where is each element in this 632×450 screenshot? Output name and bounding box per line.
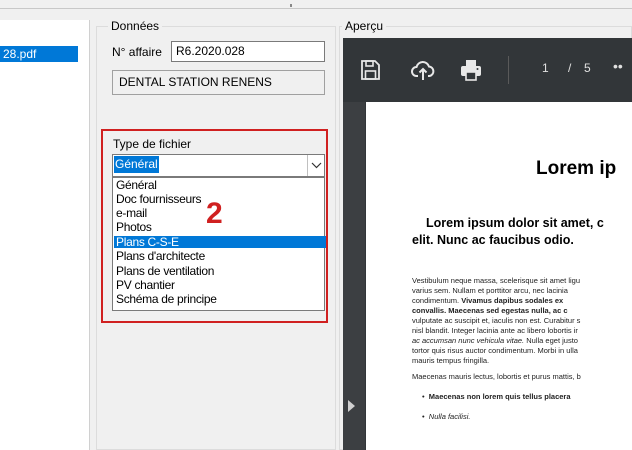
page-bullet-item: • Maecenas non lorem quis tellus placera: [422, 392, 571, 402]
affaire-number-field[interactable]: R6.2020.028: [171, 41, 325, 62]
type-fichier-dropdown[interactable]: Général: [112, 154, 325, 177]
type-fichier-selected: Général: [114, 156, 159, 173]
page-body-line: tortor quis risus auctor condimentum. Mo…: [412, 346, 578, 355]
page-separator: /: [568, 61, 572, 75]
page-lead-line-1: Lorem ipsum dolor sit amet, c: [426, 216, 604, 230]
print-button[interactable]: [458, 57, 484, 83]
option-plans-ventilation[interactable]: Plans de ventilation: [114, 265, 326, 277]
more-options-button[interactable]: ••: [613, 58, 623, 74]
page-total: 5: [584, 61, 591, 75]
print-icon: [461, 60, 481, 81]
page-body-italic: ac accumsan nunc vehicula vitae.: [412, 336, 525, 345]
page-body-line: Vestibulum neque massa, scelerisque sit …: [412, 276, 581, 285]
page-body-line: varius sem. Nullam et porttitor arcu, ne…: [412, 286, 568, 295]
page-body-line: condimentum. Vivamus dapibus sodales ex: [412, 296, 563, 306]
page-lead-line-2: elit. Nunc ac faucibus odio.: [412, 233, 574, 247]
apercu-group-label: Aperçu: [342, 19, 387, 33]
page-body-text: Nulla eget justo: [526, 336, 578, 345]
page-body-line: convallis. Maecenas sed egestas nulla, a…: [412, 306, 568, 316]
page-body-bold: Vivamus dapibus sodales ex: [461, 296, 564, 305]
top-divider: [0, 8, 632, 9]
page-bullet-text: Nulla facilisi.: [428, 412, 471, 421]
page-number-input[interactable]: 1: [542, 60, 549, 76]
pdf-page: Lorem ip Lorem ipsum dolor sit amet, c e…: [366, 102, 632, 450]
page-body-line: mauris tempus fringilla.: [412, 356, 490, 365]
option-general[interactable]: Général: [114, 179, 326, 191]
cloud-upload-icon: [411, 61, 435, 80]
page-body-line: Maecenas mauris lectus, lobortis et puru…: [412, 372, 581, 381]
save-button[interactable]: [357, 57, 383, 83]
thumbnail-sidebar: [343, 102, 365, 450]
client-name-field: DENTAL STATION RENENS: [112, 70, 325, 95]
page-body-text: condimentum.: [412, 296, 460, 305]
page-title: Lorem ip: [536, 158, 617, 179]
page-bullet-item: • Nulla facilisi.: [422, 412, 470, 422]
save-icon: [361, 60, 380, 80]
bullet-dot: •: [422, 392, 429, 401]
sidebar-toggle-arrow-icon[interactable]: [348, 400, 355, 412]
type-fichier-label: Type de fichier: [113, 137, 192, 151]
option-plans-cse[interactable]: Plans C-S-E: [114, 236, 326, 248]
page-bullet-text: Maecenas non lorem quis tellus placera: [428, 392, 571, 401]
page-body-line: ac accumsan nunc vehicula vitae. Nulla e…: [412, 336, 578, 346]
page-body-line: nisl blandit. Integer lacinia ante ac li…: [412, 326, 578, 335]
upload-button[interactable]: [410, 57, 436, 83]
option-schema-principe[interactable]: Schéma de principe: [114, 293, 326, 305]
file-list-item[interactable]: 28.pdf: [0, 46, 78, 62]
toolbar-separator: [508, 56, 509, 84]
file-list[interactable]: [0, 20, 90, 450]
page-body-bold: convallis. Maecenas sed egestas nulla, a…: [412, 306, 568, 315]
donnees-group-label: Données: [108, 19, 163, 33]
chevron-down-icon: [311, 162, 322, 169]
option-pv-chantier[interactable]: PV chantier: [114, 279, 326, 291]
affaire-label: N° affaire: [112, 45, 162, 59]
top-marker: [290, 4, 292, 7]
option-plans-architecte[interactable]: Plans d'architecte: [114, 250, 326, 262]
annotation-number: 2: [206, 197, 223, 230]
page-body-line: vulputate ac suscipit et, iaculis non es…: [412, 316, 581, 325]
dropdown-toggle[interactable]: [307, 155, 324, 176]
bullet-dot: •: [422, 412, 429, 421]
